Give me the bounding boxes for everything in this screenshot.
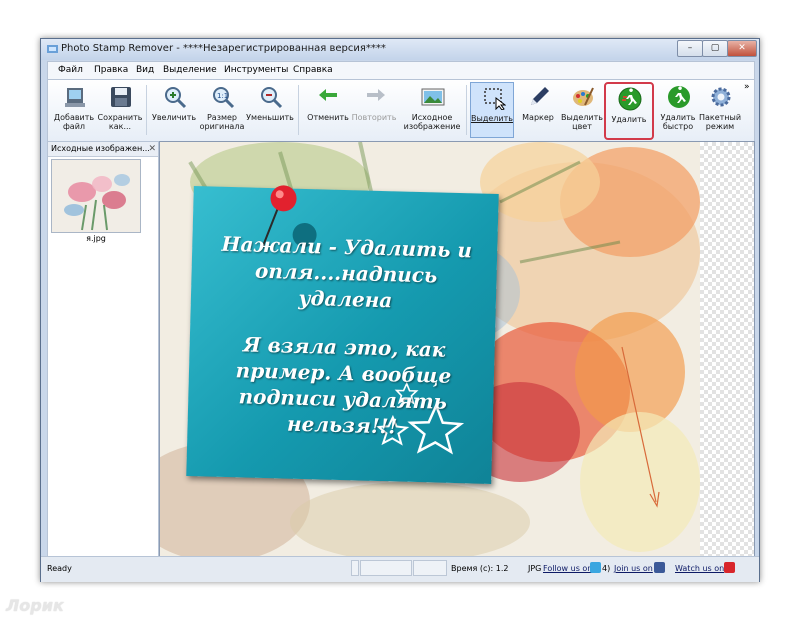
- facebook-icon[interactable]: [654, 562, 665, 573]
- zoom-in-icon: [165, 87, 187, 109]
- save-as-label: Сохранить как...: [97, 113, 143, 131]
- select-color-label: Выделить цвет: [561, 113, 603, 131]
- source-image-button[interactable]: Исходное изображение: [404, 82, 460, 138]
- thumbnail-flowers-image: [52, 160, 140, 232]
- follow-twitter-link[interactable]: Follow us on: [543, 564, 592, 573]
- toolbar-overflow-button[interactable]: »: [744, 82, 750, 92]
- zoom-out-button[interactable]: Уменьшить: [246, 82, 294, 138]
- svg-text:1:1: 1:1: [217, 92, 228, 100]
- twitter-count: 4): [602, 564, 611, 573]
- remove-button[interactable]: Удалить: [604, 82, 654, 140]
- redo-arrow-icon: [367, 89, 385, 101]
- menu-selection[interactable]: Выделение: [163, 65, 217, 75]
- toolbar-separator: [466, 85, 467, 135]
- status-time: Время (с): 1.2: [451, 564, 509, 573]
- status-cell: [360, 560, 412, 576]
- watch-youtube-link[interactable]: Watch us on: [675, 564, 724, 573]
- marker-tool-button[interactable]: Маркер: [516, 82, 560, 138]
- original-size-label: Размер оригинала: [199, 113, 245, 131]
- overlay-watermark: Лорик: [6, 596, 64, 615]
- menu-bar: Файл Правка Вид Выделение Инструменты Сп…: [47, 61, 755, 80]
- save-as-button[interactable]: Сохранить как...: [98, 82, 143, 138]
- window-title: Photo Stamp Remover - ****Незарегистриро…: [61, 43, 386, 54]
- app-icon: [47, 45, 58, 53]
- panel-title: Исходные изображен...: [51, 144, 150, 153]
- original-size-button[interactable]: 1:1 Размер оригинала: [200, 82, 244, 138]
- remove-runner-icon: [618, 87, 642, 111]
- image-canvas[interactable]: Нажали - Удалить и опля....надпись удале…: [159, 141, 755, 557]
- marker-pen-icon: [531, 87, 549, 105]
- batch-mode-label: Пакетный режим: [698, 113, 742, 131]
- note-text: Нажали - Удалить и опля....надпись удале…: [199, 230, 489, 441]
- status-format: JPG: [528, 564, 542, 573]
- toolbar: Добавить файл Сохранить как... Увеличить…: [47, 79, 755, 142]
- select-color-button[interactable]: Выделить цвет: [560, 82, 604, 138]
- source-image-label: Исходное изображение: [403, 113, 461, 131]
- undo-arrow-icon: [319, 89, 337, 101]
- zoom-in-button[interactable]: Увеличить: [152, 82, 196, 138]
- redo-label: Повторить: [351, 113, 397, 122]
- twitter-icon[interactable]: [590, 562, 601, 573]
- menu-help[interactable]: Справка: [293, 65, 333, 75]
- menu-view[interactable]: Вид: [136, 65, 154, 75]
- zoom-original-icon: 1:1: [213, 87, 235, 109]
- status-ready: Ready: [47, 564, 72, 573]
- panel-header: Исходные изображен... ✕: [48, 142, 158, 157]
- close-button[interactable]: ✕: [727, 40, 757, 57]
- sticky-note: Нажали - Удалить и опля....надпись удале…: [186, 185, 499, 484]
- palette-icon: [573, 87, 594, 106]
- panel-close-icon[interactable]: ✕: [148, 142, 156, 156]
- minimize-button[interactable]: –: [677, 40, 703, 57]
- add-file-button[interactable]: Добавить файл: [52, 82, 96, 138]
- youtube-icon[interactable]: [724, 562, 735, 573]
- select-tool-label: Выделить: [471, 114, 513, 123]
- fast-runner-icon: [668, 86, 690, 108]
- status-cell: [351, 560, 359, 576]
- thumbnail-filename: я.jpg: [86, 234, 106, 243]
- gear-icon: [711, 87, 731, 107]
- zoom-out-icon: [261, 87, 283, 109]
- remove-label: Удалить: [611, 115, 647, 124]
- undo-label: Отменить: [307, 113, 349, 122]
- menu-tools[interactable]: Инструменты: [224, 65, 288, 75]
- image-thumbnail[interactable]: [51, 159, 141, 233]
- join-facebook-link[interactable]: Join us on: [614, 564, 653, 573]
- maximize-button[interactable]: ▢: [702, 40, 728, 57]
- zoom-in-label: Увеличить: [151, 113, 197, 122]
- status-bar: Ready Время (с): 1.2 JPG Follow us on 4)…: [41, 556, 759, 582]
- zoom-out-label: Уменьшить: [246, 113, 294, 122]
- app-window: Photo Stamp Remover - ****Незарегистриро…: [40, 38, 760, 582]
- add-file-label: Добавить файл: [53, 113, 95, 131]
- add-file-icon: [65, 88, 85, 107]
- toolbar-separator: [298, 85, 299, 135]
- source-images-panel: Исходные изображен... ✕ я.jpg: [47, 141, 159, 557]
- status-cell: [413, 560, 447, 576]
- redo-button[interactable]: Повторить: [352, 82, 396, 138]
- batch-mode-button[interactable]: Пакетный режим: [698, 82, 742, 138]
- transparent-area: [700, 142, 754, 556]
- title-bar: Photo Stamp Remover - ****Незарегистриро…: [41, 39, 759, 60]
- menu-edit[interactable]: Правка: [94, 65, 128, 75]
- undo-button[interactable]: Отменить: [306, 82, 350, 138]
- picture-icon: [421, 88, 445, 106]
- toolbar-separator: [146, 85, 147, 135]
- selection-rectangle-icon: [484, 88, 506, 110]
- menu-file[interactable]: Файл: [58, 65, 83, 75]
- select-tool-button[interactable]: Выделить: [470, 82, 514, 138]
- floppy-disk-icon: [111, 87, 131, 107]
